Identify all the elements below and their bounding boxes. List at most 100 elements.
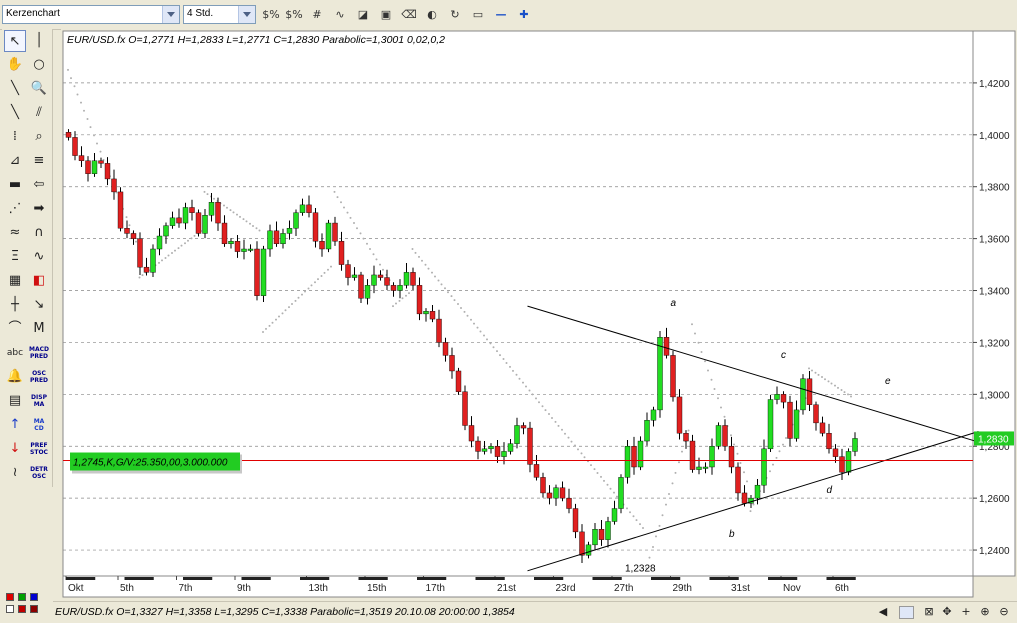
hand-tool[interactable]: ✋: [4, 54, 26, 76]
chart-type-select[interactable]: Kerzenchart: [2, 5, 180, 24]
candle-body: [598, 529, 605, 540]
psar-dot: [642, 527, 644, 530]
scroll-left-icon[interactable]: ◀: [876, 605, 890, 619]
color-lines-tool[interactable]: ≈: [4, 222, 26, 244]
psar-dot: [492, 346, 495, 349]
psar-dot: [262, 331, 264, 334]
psar-dot: [440, 283, 443, 286]
candle-body: [85, 160, 91, 174]
price-chart[interactable]: 1,4200 1,4000 1,3800 1,3600 1,3400 1,3200 1,30…: [61, 29, 1017, 599]
color-swatch[interactable]: [6, 605, 14, 613]
psar-dot: [593, 468, 596, 471]
macd-pred-tool[interactable]: MACD PRED: [28, 342, 50, 364]
psar-dot: [294, 299, 297, 302]
arc-tool[interactable]: ⌒: [4, 318, 26, 340]
move-icon[interactable]: ✥: [940, 605, 954, 619]
psar-dot: [661, 514, 664, 517]
currency-percent-alt-icon[interactable]: $%: [285, 6, 303, 23]
crosshair-tool[interactable]: ┼: [4, 294, 26, 316]
color-swatch[interactable]: [18, 593, 26, 601]
session-band: [183, 577, 213, 580]
zoom-tool[interactable]: 🔍: [28, 78, 50, 100]
arrow-left-tool[interactable]: ⇦: [28, 174, 50, 196]
wave-m-tool[interactable]: M: [28, 318, 50, 340]
color-swatch[interactable]: [30, 605, 38, 613]
psar-dot: [447, 291, 449, 294]
zoom-in-icon[interactable]: ✚: [515, 6, 533, 23]
wave-tool[interactable]: ∿: [28, 246, 50, 268]
zoom-out-icon[interactable]: ⊖: [997, 605, 1011, 619]
alarm-tool[interactable]: 🔔: [4, 366, 26, 388]
ma-cd-tool[interactable]: MA CD: [28, 414, 50, 436]
fit-icon[interactable]: ⊠: [922, 605, 936, 619]
plus-icon[interactable]: +: [959, 605, 973, 619]
circle-tool[interactable]: ○: [28, 54, 50, 76]
eraser-icon[interactable]: ⌫: [400, 6, 418, 23]
x-tick-label: Okt: [68, 583, 84, 594]
psar-dot: [379, 263, 381, 266]
pref-stoc-tool[interactable]: PREF STOC: [28, 438, 50, 460]
horizontal-lines-tool[interactable]: ≡: [28, 150, 50, 172]
osc-pred-tool[interactable]: OSC PRED: [28, 366, 50, 388]
grid-icon[interactable]: #: [308, 6, 326, 23]
zoom-out-icon[interactable]: —: [492, 6, 510, 23]
disp-ma-tool[interactable]: DISP MA: [28, 390, 50, 412]
scroll-thumb[interactable]: [899, 606, 914, 619]
color-swatch[interactable]: [6, 593, 14, 601]
detr-osc-tool[interactable]: DETR OSC: [28, 462, 50, 484]
candle-body: [319, 241, 325, 250]
candle-body: [494, 446, 501, 457]
candle-body: [592, 529, 598, 546]
palette-icon[interactable]: ◐: [423, 6, 441, 23]
fibonacci-tool[interactable]: Ξ: [4, 246, 26, 268]
psar-dot: [502, 358, 505, 361]
color-swatch[interactable]: [18, 605, 26, 613]
vertical-line-tool[interactable]: │: [28, 30, 50, 52]
color-swatch[interactable]: [30, 593, 38, 601]
candle-body: [143, 266, 150, 273]
zoom-box-tool[interactable]: ⌕: [28, 126, 50, 148]
x-tick-label: 15th: [367, 583, 386, 594]
psar-dot: [206, 193, 209, 196]
line-tool[interactable]: ╲: [4, 102, 26, 124]
psar-dot: [635, 519, 638, 522]
psar-dot: [180, 244, 183, 247]
y-tick-label: 1,3000: [979, 390, 1010, 401]
wave-icon[interactable]: ∿: [331, 6, 349, 23]
chart-refresh-icon[interactable]: ↻: [446, 6, 464, 23]
window-icon[interactable]: ▭: [469, 6, 487, 23]
psar-dot: [808, 367, 810, 370]
fan-tool[interactable]: ⊿: [4, 150, 26, 172]
parallel-line-tool[interactable]: ⫽: [28, 102, 50, 124]
dotted-grid-tool[interactable]: ⁞: [4, 126, 26, 148]
chart-area-icon[interactable]: ◪: [354, 6, 372, 23]
cycle-tool[interactable]: ∩: [28, 222, 50, 244]
horizontal-line-tool[interactable]: ▬: [4, 174, 26, 196]
zigzag-tool[interactable]: ↘: [28, 294, 50, 316]
candle-body: [741, 492, 748, 504]
interval-select[interactable]: 4 Std.: [183, 5, 256, 24]
psar-dot: [177, 247, 180, 250]
psar-dot: [174, 249, 176, 252]
squiggle-tool[interactable]: ≀: [4, 462, 26, 484]
up-arrow-tool[interactable]: ↑: [4, 414, 26, 436]
candle-body: [351, 274, 358, 278]
fill-tool[interactable]: ◧: [28, 270, 50, 292]
psar-dot: [320, 274, 323, 277]
picture-icon[interactable]: ▣: [377, 6, 395, 23]
arrow-right-tool[interactable]: ➡: [28, 198, 50, 220]
session-band: [534, 577, 564, 580]
chevron-down-icon[interactable]: [162, 6, 179, 23]
chevron-down-icon[interactable]: [238, 6, 255, 23]
pointer-tool[interactable]: ↖: [4, 30, 26, 52]
down-arrow-tool[interactable]: ↓: [4, 438, 26, 460]
trend-line-tool[interactable]: ╲: [4, 78, 26, 100]
text-tool[interactable]: abc: [4, 342, 26, 364]
grid-tool[interactable]: ▦: [4, 270, 26, 292]
calculator-tool[interactable]: ▤: [4, 390, 26, 412]
zoom-in-icon[interactable]: ⊕: [978, 605, 992, 619]
psar-dot: [580, 452, 583, 455]
speed-lines-tool[interactable]: ⋰: [4, 198, 26, 220]
candle-body: [98, 160, 104, 164]
currency-percent-icon[interactable]: $%: [262, 6, 280, 23]
